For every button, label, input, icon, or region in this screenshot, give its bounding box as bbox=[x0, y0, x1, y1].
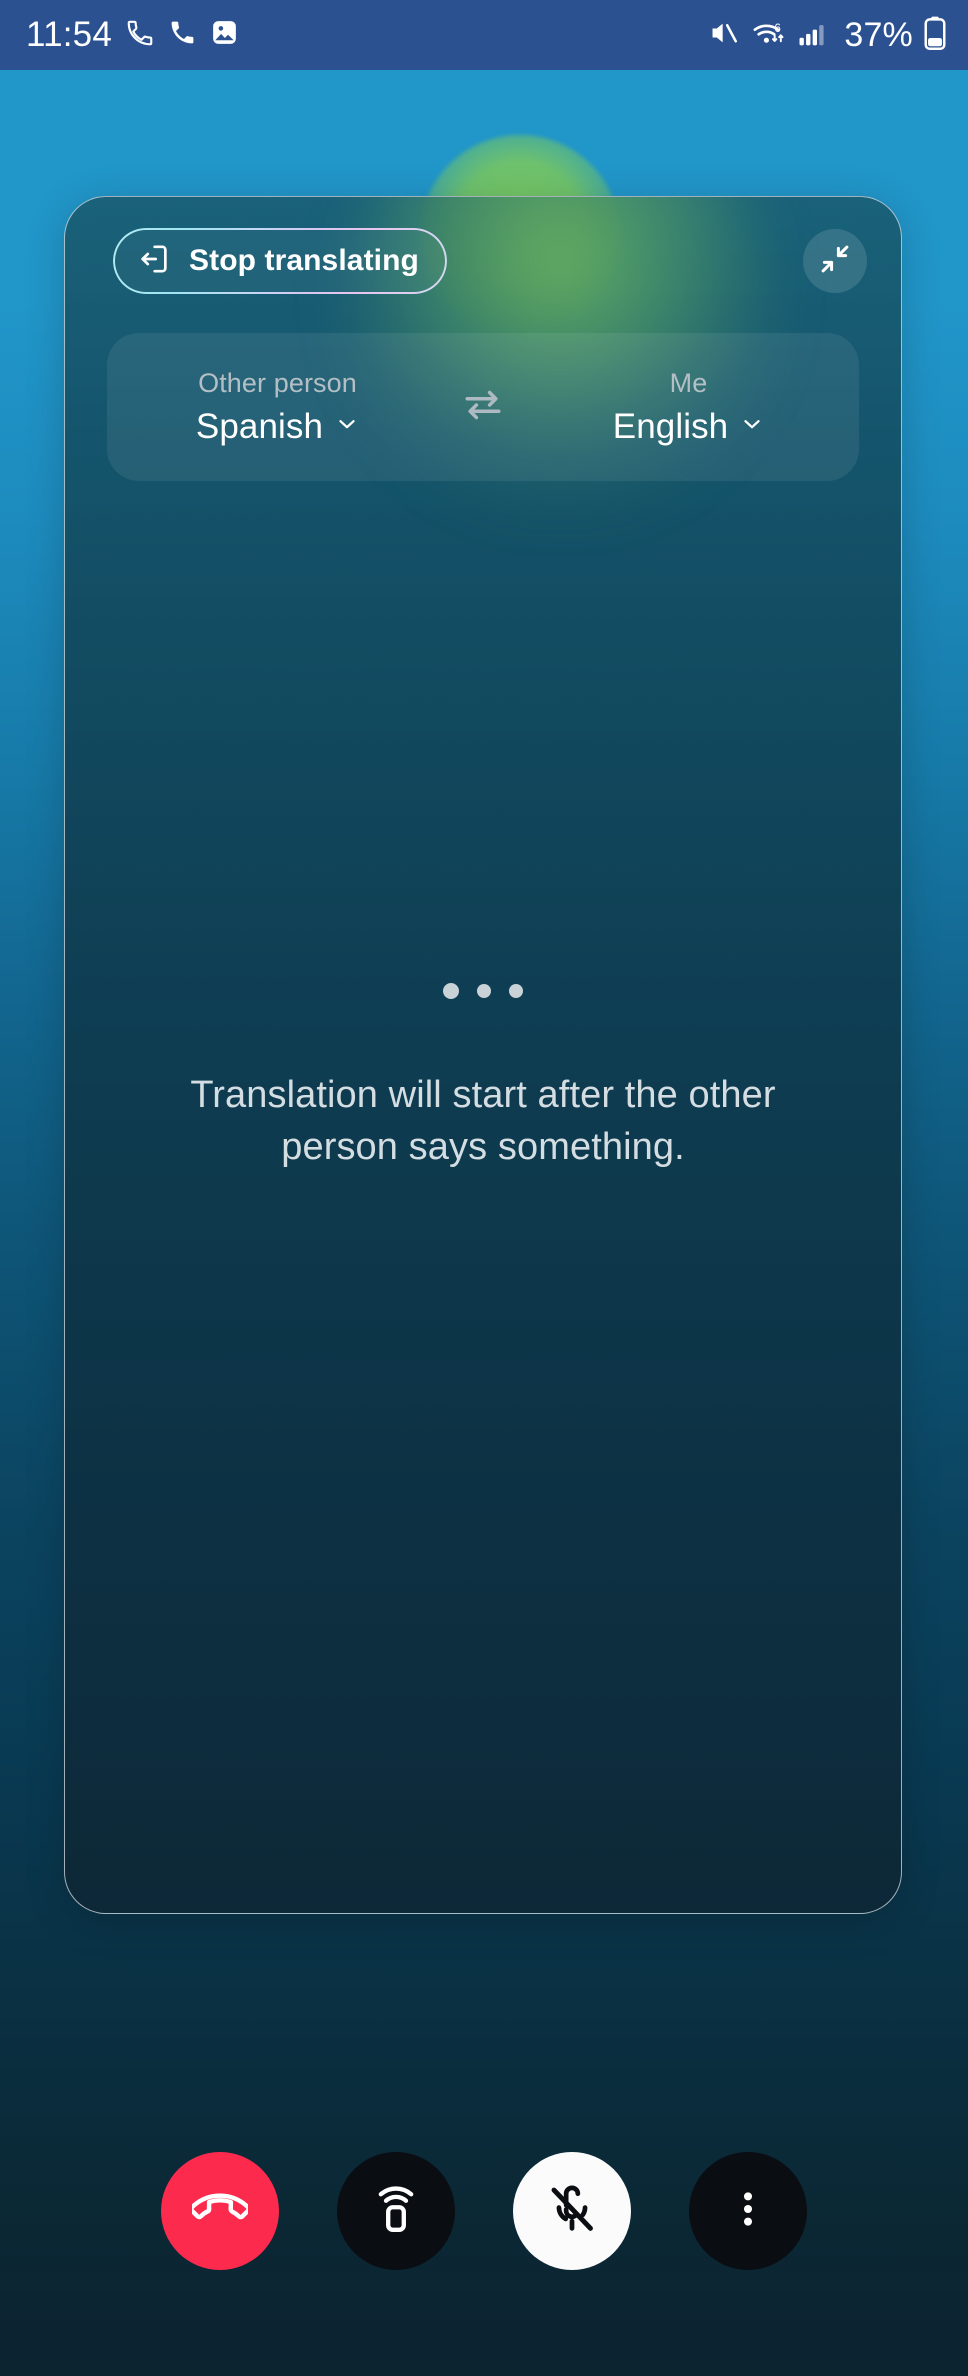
overflow-menu-icon bbox=[725, 2186, 771, 2237]
swap-arrows-icon bbox=[461, 383, 505, 432]
mute-button[interactable] bbox=[513, 2152, 631, 2270]
typing-indicator bbox=[443, 982, 523, 999]
language-column-other: Other person Spanish bbox=[107, 368, 448, 447]
status-bar-clock: 11:54 bbox=[26, 15, 112, 54]
stop-translating-button[interactable]: Stop translating bbox=[113, 228, 447, 294]
battery-icon bbox=[924, 16, 946, 55]
call-forwarding-icon bbox=[125, 18, 155, 53]
language-selector: Other person Spanish Me English bbox=[107, 333, 859, 481]
typing-dot bbox=[509, 983, 523, 998]
collapse-panel-button[interactable] bbox=[803, 229, 867, 293]
battery-percentage: 37% bbox=[844, 15, 913, 54]
translation-panel: Stop translating Other person Spanish Me… bbox=[64, 196, 902, 1914]
chevron-down-icon bbox=[335, 412, 359, 441]
end-call-button[interactable] bbox=[161, 2152, 279, 2270]
me-role-label: Me bbox=[669, 367, 708, 398]
typing-dot bbox=[443, 982, 459, 999]
microphone-off-icon bbox=[545, 2182, 599, 2241]
stop-translating-label: Stop translating bbox=[189, 244, 419, 277]
empty-state-message: Translation will start after the other p… bbox=[190, 1073, 776, 1168]
me-language-value: English bbox=[612, 406, 729, 446]
phone-hangup-icon bbox=[189, 2181, 251, 2242]
exit-icon bbox=[137, 242, 171, 281]
chevron-down-icon bbox=[740, 412, 764, 441]
call-controls-bar bbox=[0, 2046, 968, 2376]
other-person-role-label: Other person bbox=[198, 367, 357, 398]
wifi-6-icon: 6 bbox=[751, 17, 787, 54]
svg-text:6: 6 bbox=[775, 23, 781, 35]
me-language-dropdown[interactable]: English bbox=[613, 407, 765, 447]
translation-panel-header: Stop translating bbox=[65, 197, 901, 325]
status-bar: 11:54 6 37% bbox=[0, 0, 968, 70]
status-bar-left: 11:54 bbox=[26, 15, 239, 55]
typing-dot bbox=[477, 983, 491, 998]
cellular-signal-icon bbox=[798, 19, 829, 52]
call-translation-screen: 11:54 6 37% Stop translating Other perso… bbox=[0, 0, 968, 2376]
language-column-me: Me English bbox=[518, 368, 859, 447]
phone-call-icon bbox=[168, 18, 197, 52]
more-options-button[interactable] bbox=[689, 2152, 807, 2270]
swap-languages-button[interactable] bbox=[448, 383, 518, 432]
other-person-language-dropdown[interactable]: Spanish bbox=[196, 407, 359, 447]
transcript-area: Translation will start after the other p… bbox=[65, 481, 901, 1913]
other-person-language-value: Spanish bbox=[195, 406, 324, 446]
mute-icon bbox=[708, 17, 740, 54]
status-bar-right: 6 37% bbox=[708, 16, 946, 55]
image-icon bbox=[210, 18, 239, 52]
collapse-arrows-icon bbox=[818, 242, 852, 281]
speaker-button[interactable] bbox=[337, 2152, 455, 2270]
speaker-phone-icon bbox=[370, 2183, 422, 2240]
